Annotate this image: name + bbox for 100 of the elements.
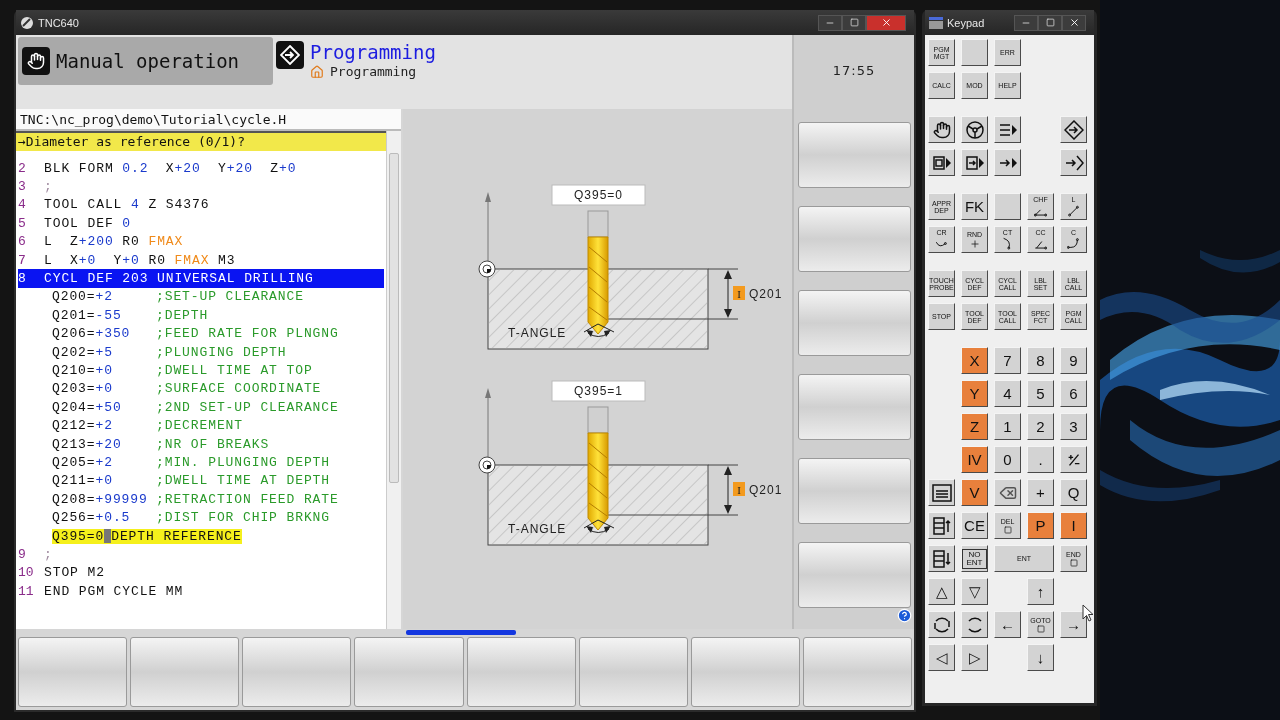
keypad-key[interactable]: [928, 611, 955, 638]
keypad-key[interactable]: [1060, 116, 1087, 143]
mode-tab[interactable]: Manual operation: [18, 37, 273, 85]
maximize-icon: [849, 18, 859, 27]
keypad-key[interactable]: 2: [1027, 413, 1054, 440]
code-line[interactable]: Q200=+2 ;SET-UP CLEARANCE: [52, 289, 304, 305]
keypad-key[interactable]: [928, 512, 955, 539]
keypad-key[interactable]: Y: [961, 380, 988, 407]
keypad-key[interactable]: [961, 149, 988, 176]
keypad-key[interactable]: ▽: [961, 578, 988, 605]
keypad-key[interactable]: 0: [994, 446, 1021, 473]
softkey-button[interactable]: [690, 637, 800, 707]
angle-label: T-ANGLE: [508, 326, 567, 340]
softkey-button[interactable]: [466, 637, 576, 707]
keypad-key[interactable]: 5: [1027, 380, 1054, 407]
softkey-button[interactable]: [797, 458, 911, 524]
code-line[interactable]: Q210=+0 ;DWELL TIME AT TOP: [52, 363, 313, 378]
keypad-key[interactable]: [994, 479, 1021, 506]
keypad-key[interactable]: [928, 545, 955, 572]
maximize-button[interactable]: [842, 14, 866, 31]
keypad-key[interactable]: 1: [994, 413, 1021, 440]
softkey-button[interactable]: [130, 637, 240, 707]
keypad-key[interactable]: 8: [1027, 347, 1054, 374]
keypad-key[interactable]: 7: [994, 347, 1021, 374]
softkey-button[interactable]: [18, 637, 128, 707]
keypad-key[interactable]: [1060, 446, 1087, 473]
keypad-key[interactable]: Z: [961, 413, 988, 440]
keypad-key[interactable]: [928, 116, 955, 143]
code-line[interactable]: Q213=+20 ;NR OF BREAKS: [52, 436, 270, 452]
hand-icon: [22, 47, 50, 75]
keypad-key[interactable]: [961, 116, 988, 143]
code-line[interactable]: L Z+200 R0 FMAX: [44, 234, 184, 250]
softkey-button[interactable]: [354, 637, 464, 707]
code-line[interactable]: Q201=-55 ;DEPTH: [52, 307, 209, 323]
keypad-key[interactable]: I: [1060, 512, 1087, 539]
keypad-key[interactable]: .: [1027, 446, 1054, 473]
keypad-key[interactable]: 4: [994, 380, 1021, 407]
softkey-button[interactable]: [797, 374, 911, 440]
keypad-key[interactable]: 6: [1060, 380, 1087, 407]
keypad-key[interactable]: V: [961, 479, 988, 506]
maximize-button[interactable]: [1038, 14, 1062, 31]
code-line[interactable]: END PGM CYCLE MM: [44, 583, 184, 599]
code-line[interactable]: TOOL DEF 0: [44, 215, 131, 231]
keypad-key[interactable]: ←: [994, 611, 1021, 638]
keypad-key[interactable]: ↑: [1027, 578, 1054, 605]
code-line[interactable]: Q204=+50 ;2ND SET-UP CLEARANCE: [52, 399, 339, 415]
help-icon[interactable]: [897, 608, 912, 623]
keypad-key[interactable]: 3: [1060, 413, 1087, 440]
keypad-key[interactable]: X: [961, 347, 988, 374]
code-line[interactable]: Q256=+0.5 ;DIST FOR CHIP BRKNG: [52, 510, 331, 526]
keypad-key[interactable]: ↓: [1027, 644, 1054, 671]
keypad-key[interactable]: CE: [961, 512, 988, 539]
home-icon: [310, 64, 324, 79]
keypad-key[interactable]: [928, 479, 955, 506]
code-line[interactable]: CYCL DEF 203 UNIVERSAL DRILLING: [44, 271, 314, 287]
minimize-button[interactable]: [818, 14, 842, 31]
softkey-button[interactable]: [797, 290, 911, 356]
code-line[interactable]: Q211=+0 ;DWELL TIME AT DEPTH: [52, 473, 331, 489]
keypad-key[interactable]: →: [1060, 611, 1087, 638]
keypad-key[interactable]: ▷: [961, 644, 988, 671]
softkey-button[interactable]: [797, 206, 911, 272]
list-down-icon: [931, 548, 952, 569]
keypad-key[interactable]: 9: [1060, 347, 1087, 374]
softkey-button[interactable]: [242, 637, 352, 707]
square-icon: [1069, 558, 1078, 567]
close-button[interactable]: [1062, 14, 1086, 31]
tangent-arc-icon: [1067, 237, 1080, 250]
code-line[interactable]: Q212=+2 ;DECREMENT: [52, 418, 243, 434]
cursor-icon: [1082, 604, 1094, 622]
code-line[interactable]: Q208=+99999 ;RETRACTION FEED RATE: [52, 491, 339, 507]
keypad-key[interactable]: [1060, 149, 1087, 176]
code-line[interactable]: Q205=+2 ;MIN. PLUNGING DEPTH: [52, 454, 331, 470]
keypad-key[interactable]: [994, 116, 1021, 143]
softkey-button[interactable]: [797, 542, 911, 608]
keypad-key[interactable]: Q: [1060, 479, 1087, 506]
softkey-button[interactable]: [802, 637, 912, 707]
code-line[interactable]: Q203=+0 ;SURFACE COORDINATE: [52, 381, 322, 397]
keypad-key[interactable]: +: [1027, 479, 1054, 506]
softkey-button[interactable]: [797, 122, 911, 188]
keypad-key[interactable]: [961, 39, 988, 66]
keypad-key[interactable]: [994, 149, 1021, 176]
keypad-key[interactable]: ◁: [928, 644, 955, 671]
mode-tab[interactable]: Programming Programming: [276, 37, 436, 109]
keypad-key[interactable]: △: [928, 578, 955, 605]
keypad-key[interactable]: IV: [961, 446, 988, 473]
keypad-key[interactable]: FK: [961, 193, 988, 220]
code-line[interactable]: Q206=+350 ;FEED RATE FOR PLNGNG: [52, 326, 339, 342]
code-line[interactable]: L X+0 Y+0 R0 FMAX M3: [44, 252, 236, 268]
scroll-bar[interactable]: [386, 131, 401, 629]
keypad-key[interactable]: P: [1027, 512, 1054, 539]
code-line[interactable]: TOOL CALL 4 Z S4376: [44, 197, 210, 213]
code-line[interactable]: BLK FORM 0.2 X+20 Y+20 Z+0: [44, 160, 297, 176]
keypad-key[interactable]: NO ENT: [961, 545, 988, 572]
code-line[interactable]: Q202=+5 ;PLUNGING DEPTH: [52, 344, 287, 360]
softkey-button[interactable]: [578, 637, 688, 707]
keypad-key[interactable]: [961, 611, 988, 638]
minimize-button[interactable]: [1014, 14, 1038, 31]
keypad-key[interactable]: [928, 149, 955, 176]
code-line[interactable]: STOP M2: [44, 565, 105, 581]
keypad-key[interactable]: [994, 193, 1021, 220]
